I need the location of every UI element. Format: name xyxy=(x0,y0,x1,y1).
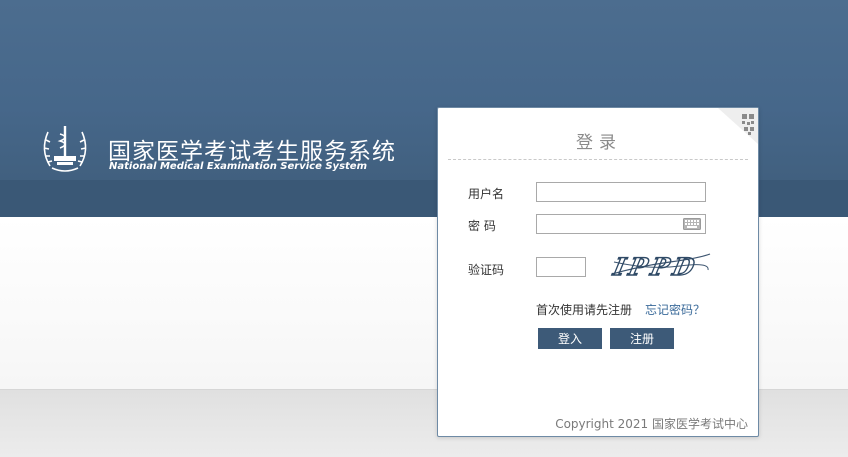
password-label: 密 码 xyxy=(468,219,496,233)
login-title: 登录 xyxy=(576,133,622,153)
site-subtitle: National Medical Examination Service Sys… xyxy=(109,161,368,172)
svg-text:IPPD: IPPD xyxy=(610,252,701,281)
captcha-image[interactable]: IPPD xyxy=(610,248,712,282)
captcha-label: 验证码 xyxy=(468,263,505,277)
forgot-password-link[interactable]: 忘记密码？ xyxy=(645,301,705,318)
captcha-input[interactable] xyxy=(536,257,586,277)
login-panel: 登录 用户名 密 码 验证码 IPPD 首次使用请先注册 忘记密码？ 登入 注册… xyxy=(437,107,759,437)
title-divider xyxy=(448,159,748,160)
medical-staff-emblem-icon xyxy=(43,126,87,172)
username-label: 用户名 xyxy=(468,187,505,201)
login-button[interactable]: 登入 xyxy=(538,328,602,349)
register-button[interactable]: 注册 xyxy=(610,328,674,349)
username-input[interactable] xyxy=(536,182,706,202)
copyright-text: Copyright 2021 国家医学考试中心 xyxy=(555,417,748,431)
keyboard-icon[interactable] xyxy=(683,218,701,230)
first-use-hint: 首次使用请先注册 xyxy=(536,303,633,317)
password-input[interactable] xyxy=(536,214,706,234)
